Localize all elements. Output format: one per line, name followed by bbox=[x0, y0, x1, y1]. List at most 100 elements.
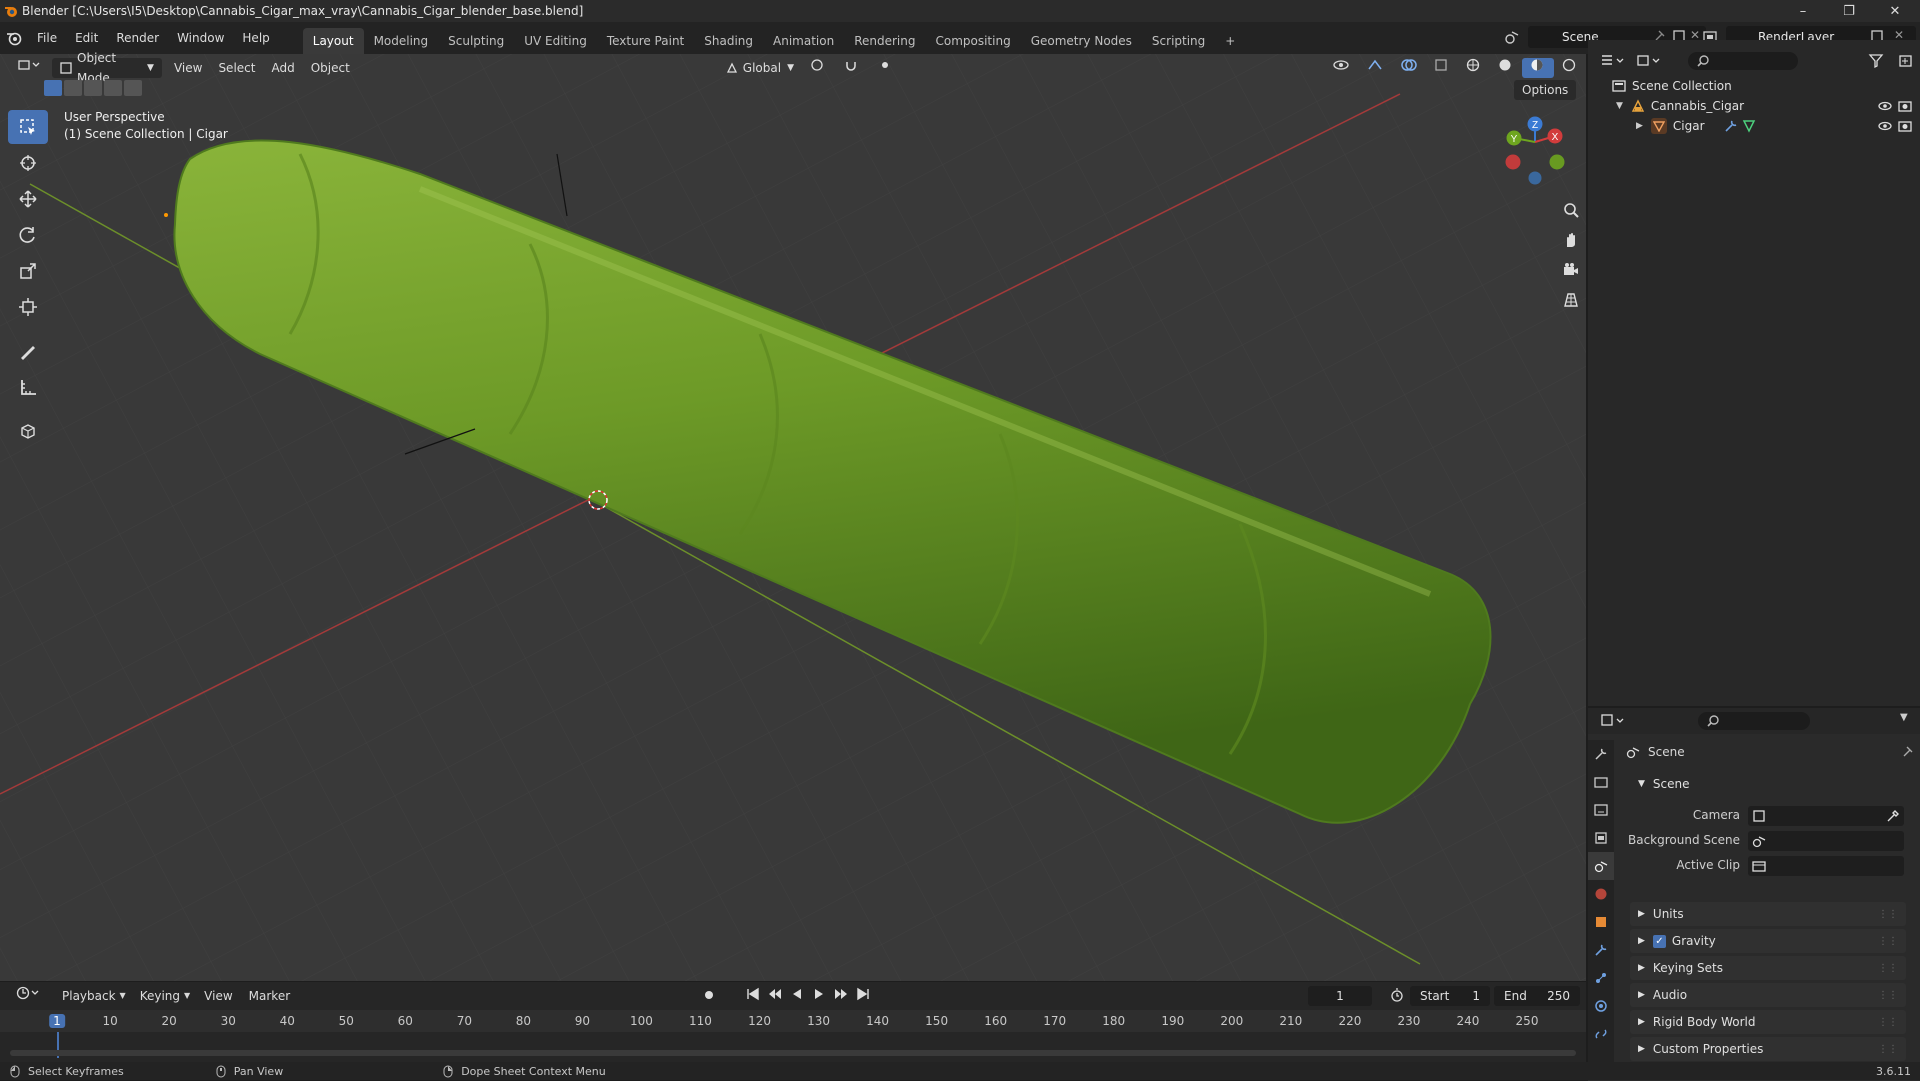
tab-rendering[interactable]: Rendering bbox=[844, 28, 925, 54]
move-icon[interactable] bbox=[8, 182, 48, 216]
play-reverse-icon[interactable] bbox=[790, 987, 804, 1001]
active-clip-field[interactable] bbox=[1748, 856, 1904, 876]
object-tab-icon[interactable] bbox=[1588, 908, 1614, 936]
expand-arrow-icon[interactable]: ▶ bbox=[1636, 121, 1643, 131]
drag-handle-icon[interactable]: ⋮⋮ bbox=[1878, 990, 1898, 1001]
jump-keyframe-back-icon[interactable] bbox=[768, 987, 782, 1001]
expand-arrow-icon[interactable]: ▼ bbox=[1616, 101, 1623, 111]
jump-end-icon[interactable] bbox=[856, 987, 870, 1001]
scene-panel-header[interactable]: ▼ Scene bbox=[1630, 772, 1906, 796]
scale-icon[interactable] bbox=[8, 254, 48, 288]
current-frame-field[interactable]: 1 bbox=[1308, 986, 1372, 1006]
render-camera-icon[interactable] bbox=[1898, 119, 1912, 133]
section-gravity[interactable]: ▶ ✓ Gravity ⋮⋮ bbox=[1630, 929, 1906, 953]
editor-type-icon[interactable] bbox=[10, 58, 48, 78]
options-dropdown[interactable]: Options bbox=[1514, 80, 1577, 100]
menu-file[interactable]: File bbox=[28, 27, 66, 49]
physics-tab-icon[interactable] bbox=[1588, 992, 1614, 1020]
timeline-menu-marker[interactable]: Marker bbox=[241, 986, 298, 1006]
rendered-shading-icon[interactable] bbox=[1554, 58, 1586, 78]
mesh-data-icon[interactable] bbox=[1742, 119, 1756, 133]
constraints-tab-icon[interactable] bbox=[1588, 1020, 1614, 1048]
tab-texture-paint[interactable]: Texture Paint bbox=[597, 28, 694, 54]
perspective-toggle-icon[interactable] bbox=[1556, 285, 1586, 315]
display-mode-icon[interactable] bbox=[1636, 53, 1662, 69]
select-invert-icon[interactable] bbox=[104, 80, 122, 96]
camera-field[interactable] bbox=[1748, 806, 1904, 826]
wireframe-shading-icon[interactable] bbox=[1458, 58, 1490, 78]
jump-keyframe-forward-icon[interactable] bbox=[834, 987, 848, 1001]
section-keying-sets[interactable]: ▶ Keying Sets ⋮⋮ bbox=[1630, 956, 1906, 980]
tab-scripting[interactable]: Scripting bbox=[1142, 28, 1215, 54]
world-tab-icon[interactable] bbox=[1588, 880, 1614, 908]
zoom-icon[interactable] bbox=[1556, 195, 1586, 225]
add-cube-icon[interactable] bbox=[8, 414, 48, 448]
select-intersect-icon[interactable] bbox=[124, 80, 142, 96]
pivot-icon[interactable] bbox=[802, 58, 836, 78]
timeline-menu-keying[interactable]: Keying bbox=[132, 986, 188, 1006]
eye-icon[interactable] bbox=[1878, 99, 1892, 113]
outliner-editor-type-icon[interactable] bbox=[1600, 53, 1626, 69]
overlays-toggle-icon[interactable] bbox=[1392, 58, 1426, 78]
eye-icon[interactable] bbox=[1878, 119, 1892, 133]
navigation-gizmo[interactable]: Z X Y bbox=[1500, 112, 1570, 192]
timeline-menu-view[interactable]: View bbox=[196, 986, 240, 1006]
drag-handle-icon[interactable]: ⋮⋮ bbox=[1878, 963, 1898, 974]
viewport-menu-view[interactable]: View bbox=[166, 58, 210, 78]
tool-tab-icon[interactable] bbox=[1588, 740, 1614, 768]
proportional-edit-icon[interactable] bbox=[870, 58, 904, 78]
timeline-editor-type-icon[interactable] bbox=[8, 986, 50, 1006]
background-scene-field[interactable] bbox=[1748, 831, 1904, 851]
section-rigid-body-world[interactable]: ▶ Rigid Body World ⋮⋮ bbox=[1630, 1010, 1906, 1034]
tab-animation[interactable]: Animation bbox=[763, 28, 844, 54]
outliner-row-cigar[interactable]: ▶ Cigar bbox=[1588, 116, 1920, 136]
new-collection-icon[interactable] bbox=[1898, 53, 1914, 69]
snap-icon[interactable] bbox=[836, 58, 870, 78]
menu-window[interactable]: Window bbox=[168, 27, 233, 49]
output-tab-icon[interactable] bbox=[1588, 796, 1614, 824]
properties-search-input[interactable] bbox=[1698, 712, 1810, 730]
start-frame-field[interactable]: Start 1 bbox=[1410, 986, 1490, 1006]
properties-editor-type-icon[interactable] bbox=[1600, 713, 1626, 729]
view-layer-tab-icon[interactable] bbox=[1588, 824, 1614, 852]
tab-shading[interactable]: Shading bbox=[694, 28, 763, 54]
outliner-row-cannabis-cigar[interactable]: ▼ Cannabis_Cigar bbox=[1588, 96, 1920, 116]
rotate-icon[interactable] bbox=[8, 218, 48, 252]
stopwatch-icon[interactable] bbox=[1390, 988, 1404, 1002]
minimize-button[interactable]: – bbox=[1780, 0, 1826, 22]
maximize-button[interactable]: ❐ bbox=[1826, 0, 1872, 22]
scene-tab-icon[interactable] bbox=[1588, 852, 1614, 880]
camera-view-icon[interactable] bbox=[1556, 255, 1586, 285]
modifier-wrench-icon[interactable] bbox=[1724, 119, 1738, 133]
section-custom-properties[interactable]: ▶ Custom Properties ⋮⋮ bbox=[1630, 1037, 1906, 1061]
select-new-icon[interactable] bbox=[44, 80, 62, 96]
drag-handle-icon[interactable]: ⋮⋮ bbox=[1878, 1017, 1898, 1028]
menu-edit[interactable]: Edit bbox=[66, 27, 107, 49]
jump-start-icon[interactable] bbox=[746, 987, 760, 1001]
play-icon[interactable] bbox=[812, 987, 826, 1001]
end-frame-field[interactable]: End 250 bbox=[1494, 986, 1580, 1006]
blender-menu-icon[interactable] bbox=[0, 30, 28, 46]
mode-dropdown[interactable]: Object Mode ▼ bbox=[52, 51, 162, 85]
transform-icon[interactable] bbox=[8, 290, 48, 324]
tab-sculpting[interactable]: Sculpting bbox=[438, 28, 514, 54]
filter-icon[interactable] bbox=[1868, 53, 1890, 69]
modifier-tab-icon[interactable] bbox=[1588, 936, 1614, 964]
outliner-search-input[interactable] bbox=[1688, 52, 1798, 70]
particles-tab-icon[interactable] bbox=[1588, 964, 1614, 992]
xray-icon[interactable] bbox=[1426, 58, 1458, 78]
menu-render[interactable]: Render bbox=[107, 27, 168, 49]
material-shading-icon[interactable] bbox=[1522, 58, 1554, 78]
render-tab-icon[interactable] bbox=[1588, 768, 1614, 796]
section-audio[interactable]: ▶ Audio ⋮⋮ bbox=[1630, 983, 1906, 1007]
select-box-icon[interactable] bbox=[8, 110, 48, 144]
render-camera-icon[interactable] bbox=[1898, 99, 1912, 113]
gizmo-toggle-icon[interactable] bbox=[1358, 58, 1392, 78]
menu-help[interactable]: Help bbox=[233, 27, 278, 49]
tab-uv-editing[interactable]: UV Editing bbox=[514, 28, 597, 54]
pin-icon[interactable] bbox=[1900, 745, 1914, 759]
tab-geometry-nodes[interactable]: Geometry Nodes bbox=[1021, 28, 1142, 54]
chevron-down-icon[interactable]: ▼ bbox=[1900, 712, 1908, 723]
auto-keying-icon[interactable] bbox=[702, 988, 716, 1002]
viewport-menu-object[interactable]: Object bbox=[303, 58, 358, 78]
